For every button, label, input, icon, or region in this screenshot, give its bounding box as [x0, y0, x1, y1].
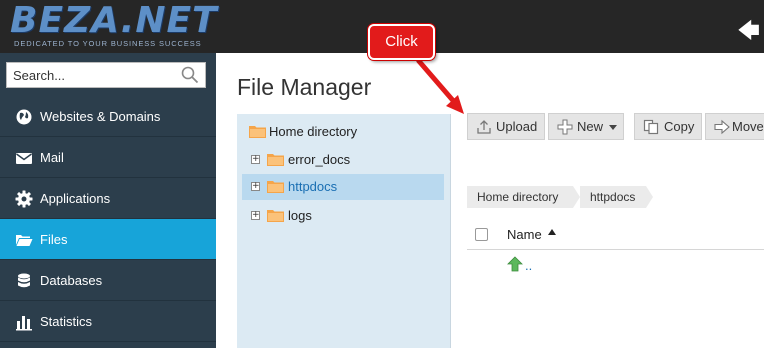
sort-ascending-icon[interactable] — [548, 229, 556, 235]
breadcrumb-label: httpdocs — [590, 190, 636, 204]
copy-button[interactable]: Copy — [634, 113, 702, 140]
search-box — [6, 62, 206, 88]
tree-item-httpdocs[interactable]: + httpdocs — [242, 174, 444, 200]
search-icon[interactable] — [181, 66, 199, 84]
expand-icon[interactable]: + — [251, 182, 260, 191]
sidebar-item-databases[interactable]: Databases — [0, 260, 216, 301]
table-row-parent-directory[interactable]: .. — [467, 254, 764, 278]
new-button[interactable]: New — [548, 113, 624, 140]
tree-item-logs[interactable]: + logs — [237, 203, 450, 229]
page-title: File Manager — [237, 74, 372, 100]
breadcrumb-home-directory[interactable]: Home directory — [467, 186, 573, 208]
folder-icon — [267, 181, 284, 193]
breadcrumb-label: Home directory — [477, 190, 559, 204]
sidebar-item-label: Databases — [40, 273, 103, 288]
plus-icon — [557, 119, 573, 135]
sidebar-item-label: Applications — [40, 191, 111, 206]
select-all-checkbox[interactable] — [475, 228, 488, 241]
breadcrumb-separator — [646, 186, 653, 208]
file-table-header: Name — [467, 220, 764, 250]
breadcrumb-httpdocs[interactable]: httpdocs — [580, 186, 646, 208]
move-button[interactable]: Move — [705, 113, 764, 140]
tree-item-label: httpdocs — [288, 179, 338, 194]
envelope-icon — [16, 153, 32, 164]
parent-directory-link[interactable]: .. — [525, 258, 532, 273]
sidebar-item-mail[interactable]: Mail — [0, 137, 216, 178]
gear-icon — [15, 190, 33, 208]
database-icon — [18, 273, 30, 288]
copy-icon — [643, 119, 659, 135]
upload-label: Upload — [496, 119, 538, 134]
sidebar-item-label: Mail — [40, 150, 64, 165]
sidebar-item-label: Websites & Domains — [40, 109, 161, 124]
sidebar-item-applications[interactable]: Applications — [0, 178, 216, 219]
sidebar-item-label: Statistics — [40, 314, 93, 329]
folder-icon — [267, 210, 284, 222]
sidebar-item-statistics[interactable]: Statistics — [0, 301, 216, 342]
arrow-up-icon — [507, 256, 523, 272]
click-callout: Click — [368, 24, 435, 60]
folder-tree: Home directory + error_docs + httpdocs +… — [237, 114, 451, 348]
move-label: Move — [732, 119, 764, 134]
sidebar: Websites & Domains Mail Applications Fil… — [0, 53, 216, 348]
brand-tagline: DEDICATED TO YOUR BUSINESS SUCCESS — [14, 39, 202, 48]
folder-open-icon — [16, 235, 33, 246]
sidebar-item-websites-domains[interactable]: Websites & Domains — [0, 96, 216, 137]
upload-button[interactable]: Upload — [467, 113, 545, 140]
brand-name: BEZA.NET — [10, 0, 218, 41]
tree-item-label: error_docs — [288, 152, 351, 167]
tree-item-error-docs[interactable]: + error_docs — [237, 147, 450, 173]
callout-label: Click — [385, 33, 418, 50]
sidebar-item-label: Files — [40, 232, 68, 247]
expand-icon[interactable]: + — [251, 155, 260, 164]
bar-chart-icon — [16, 316, 32, 331]
search-input[interactable] — [13, 68, 173, 83]
breadcrumb-separator — [573, 186, 580, 208]
tree-item-label: Home directory — [269, 124, 358, 139]
tree-item-home-directory[interactable]: Home directory — [237, 119, 450, 145]
new-label: New — [577, 119, 604, 134]
tree-item-label: logs — [288, 208, 312, 223]
brand-logo[interactable]: BEZA.NET DEDICATED TO YOUR BUSINESS SUCC… — [10, 0, 240, 50]
sidebar-item-files[interactable]: Files — [0, 219, 216, 260]
folder-icon — [267, 154, 284, 166]
upload-icon — [477, 120, 491, 134]
arrow-right-icon — [714, 119, 730, 135]
folder-icon — [249, 126, 266, 138]
copy-label: Copy — [664, 119, 695, 134]
expand-icon[interactable]: + — [251, 211, 260, 220]
arrow-left-icon[interactable]: 🡄 — [737, 14, 760, 52]
column-header-name[interactable]: Name — [507, 227, 542, 242]
globe-icon — [16, 109, 32, 125]
caret-down-icon — [609, 125, 617, 130]
